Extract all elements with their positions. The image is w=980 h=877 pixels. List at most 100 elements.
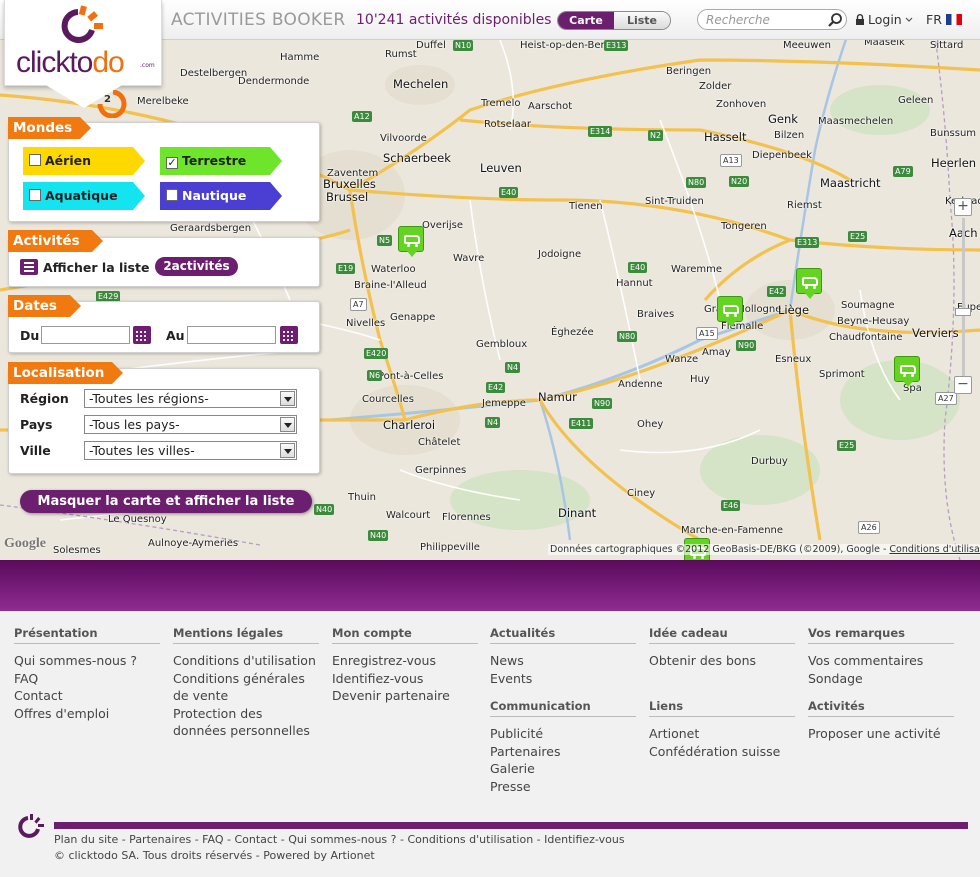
footer-link[interactable]: Devenir partenaire (332, 687, 478, 705)
logo-wordmark: clicktodo (16, 46, 125, 80)
city-label: Braives (637, 309, 675, 320)
footer-link[interactable]: Conditions générales de vente (173, 670, 319, 705)
nautique-checkbox[interactable] (166, 189, 178, 201)
hide-map-button[interactable]: Masquer la carte et afficher la liste (20, 490, 312, 513)
footer-link[interactable]: Contact (14, 687, 160, 705)
road-shield: E42 (767, 286, 787, 297)
category-aerien[interactable]: Aérien (23, 147, 145, 175)
aerien-checkbox[interactable] (29, 154, 41, 166)
zoom-slider-handle[interactable] (955, 308, 971, 316)
zoom-out-button[interactable]: − (954, 376, 972, 394)
road-shield: A7 (350, 298, 367, 311)
localisation-title: Localisation (8, 362, 123, 384)
language-selector[interactable]: FR (926, 12, 962, 27)
list-icon[interactable] (20, 259, 38, 275)
category-label: Nautique (182, 188, 247, 203)
search-icon[interactable] (827, 12, 843, 28)
footer-link[interactable]: Artionet (649, 725, 795, 743)
city-label: Marche-en-Famenne (681, 525, 784, 536)
city-label: Sint-Truiden (645, 196, 704, 207)
list-view-tab[interactable]: Liste (614, 12, 670, 29)
zoom-in-button[interactable]: + (954, 198, 972, 216)
footer-column-news: Actualités News Events (490, 626, 636, 687)
road-shield: N40 (314, 504, 335, 515)
city-label: Riemst (787, 200, 822, 211)
activity-count-pill[interactable]: 2activités (155, 257, 238, 276)
road-shield: A13 (720, 154, 742, 167)
activity-marker[interactable] (717, 296, 743, 327)
city-label: Tremelo (481, 98, 521, 109)
city-label: Thuin (348, 492, 376, 503)
footer-link[interactable]: Identifiez-vous (332, 670, 478, 688)
road-shield: N20 (729, 176, 750, 187)
footer-link[interactable]: Obtenir des bons (649, 652, 795, 670)
region-select[interactable]: -Toutes les régions- (84, 389, 297, 408)
activity-marker[interactable] (894, 356, 920, 387)
road-shield: A79 (893, 166, 913, 177)
footer-bottom-links[interactable]: Plan du site - Partenaires - FAQ - Conta… (54, 833, 625, 846)
footer-link[interactable]: News (490, 652, 636, 670)
map-terms-link[interactable]: Conditions d'utilisation (889, 544, 980, 555)
footer-link[interactable]: Qui sommes-nous ? (14, 652, 160, 670)
copyright: © clicktodo SA. Tous droits réservés - P… (54, 849, 375, 862)
footer-link[interactable]: Events (490, 670, 636, 688)
footer-link[interactable]: Protection des données personnelles (173, 705, 319, 740)
city-label: Genk (768, 112, 798, 126)
footer-link[interactable]: Partenaires (490, 743, 636, 761)
footer-column-mentions: Mentions légales Conditions d'utilisatio… (173, 626, 319, 740)
aquatique-checkbox[interactable] (29, 189, 41, 201)
terrestre-checkbox[interactable]: ✓ (166, 157, 178, 169)
logo[interactable]: clicktodo .com 2 (4, 0, 162, 118)
french-flag-icon (945, 14, 962, 25)
city-label: Châtelet (418, 437, 461, 448)
map-view-tab[interactable]: Carte (558, 12, 614, 29)
date-from-input[interactable] (41, 326, 130, 344)
footer-heading: Actualités (490, 626, 636, 644)
category-nautique[interactable]: Nautique (160, 182, 282, 210)
city-label: Bunssum (930, 128, 977, 139)
footer-link[interactable]: Conditions d'utilisation (173, 652, 319, 670)
map-credit: Données cartographiques ©2012 GeoBasis-D… (548, 544, 980, 555)
road-shield: E42 (486, 382, 506, 393)
google-logo: Google (4, 536, 46, 551)
activity-count: 10'241 activités disponibles (356, 12, 552, 28)
footer-column-communication: Communication Publicité Partenaires Gale… (490, 699, 636, 795)
road-shield: N2 (648, 130, 664, 141)
road-shield: A15 (696, 327, 718, 340)
footer-link[interactable]: Publicité (490, 725, 636, 743)
road-shield: A12 (352, 111, 372, 122)
activity-marker[interactable] (796, 268, 822, 299)
footer-link[interactable]: Sondage (808, 670, 954, 688)
login-menu[interactable]: Login (855, 12, 913, 27)
calendar-icon[interactable] (280, 326, 298, 344)
show-list-link[interactable]: Afficher la liste (43, 260, 149, 275)
dates-title: Dates (8, 295, 81, 317)
footer-link[interactable]: Galerie (490, 760, 636, 778)
category-aquatique[interactable]: Aquatique (23, 182, 145, 210)
footer-link[interactable]: Vos commentaires (808, 652, 954, 670)
ville-select[interactable]: -Toutes les villes- (84, 441, 297, 460)
map-credit-text: Données cartographiques ©2012 GeoBasis-D… (550, 544, 890, 555)
footer-link[interactable]: Presse (490, 778, 636, 796)
road-shield: N80 (617, 331, 638, 342)
activity-marker[interactable] (398, 226, 424, 257)
date-to-label: Au (166, 328, 185, 343)
road-shield: E313 (795, 237, 820, 248)
bus-icon (404, 235, 420, 247)
footer-heading: Communication (490, 699, 636, 717)
category-terrestre[interactable]: ✓ Terrestre (160, 147, 282, 175)
search-input[interactable] (706, 12, 824, 28)
mondes-title: Mondes (8, 117, 91, 139)
pays-select[interactable]: -Tous les pays- (84, 415, 297, 434)
footer-link[interactable]: Enregistrez-vous (332, 652, 478, 670)
footer-link[interactable]: Confédération suisse (649, 743, 795, 761)
city-label: Chaudfontaine (829, 332, 903, 343)
footer-link[interactable]: Offres d'emploi (14, 705, 160, 723)
logo-suffix: .com (140, 62, 155, 69)
date-to-input[interactable] (187, 326, 276, 344)
calendar-icon[interactable] (133, 326, 151, 344)
zoom-track[interactable] (962, 218, 965, 382)
footer-link[interactable]: Proposer une activité (808, 725, 954, 743)
footer-link[interactable]: FAQ (14, 670, 160, 688)
city-label: Heerlen (931, 156, 977, 170)
